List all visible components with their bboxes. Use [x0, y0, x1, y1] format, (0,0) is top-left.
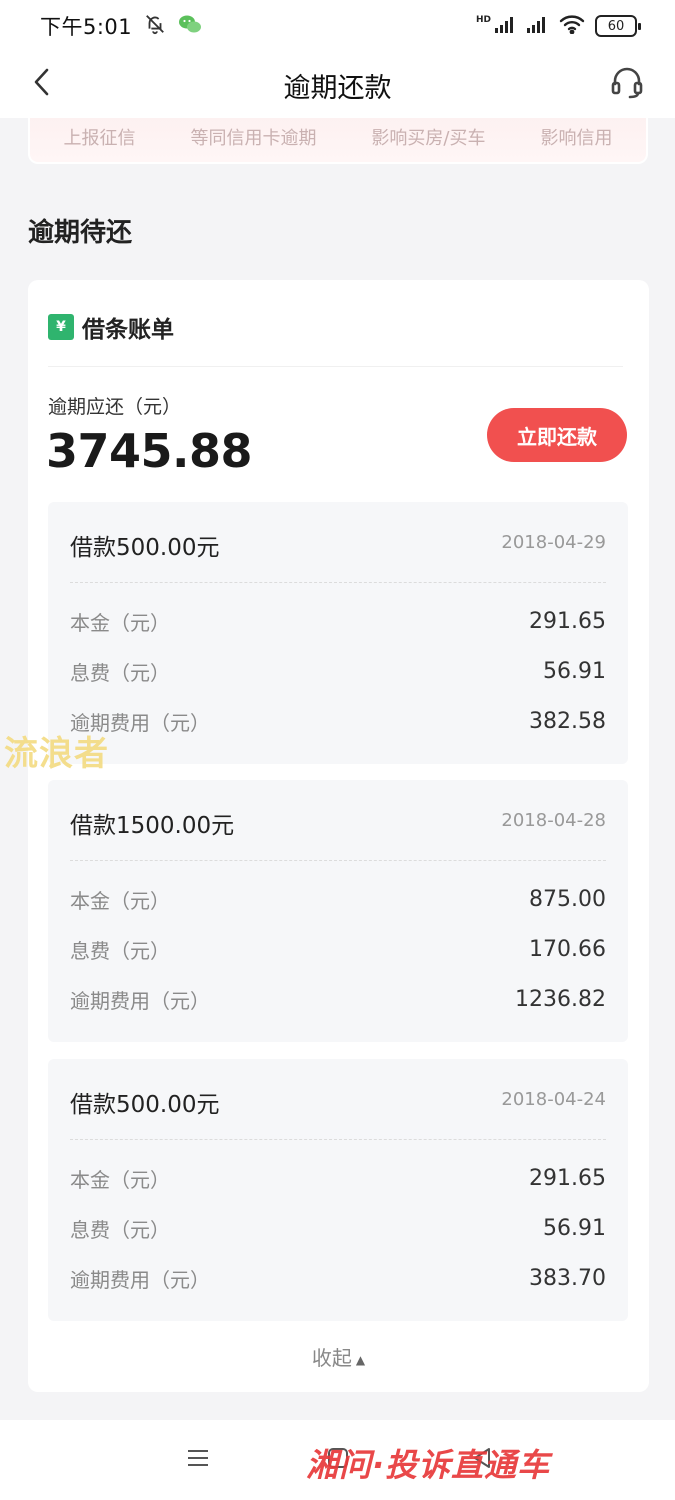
interest-value: 56.91 [543, 1215, 606, 1241]
dashed-divider [70, 582, 606, 583]
warning-item: 等同信用卡逾期 [190, 128, 317, 149]
due-amount: 3745.88 [46, 424, 253, 478]
bill-header-label: 借条账单 [82, 317, 174, 343]
warning-item: 影响信用 [540, 128, 613, 149]
loan-title: 借款500.00元 [70, 535, 220, 561]
interest-row: 息费（元） 56.91 [70, 1213, 606, 1243]
menu-button[interactable] [178, 1440, 218, 1480]
status-bar: 下午5:01 HD 60 [0, 0, 675, 52]
loan-item: 借款1500.00元 2018-04-28 本金（元） 875.00 息费（元）… [48, 780, 628, 1042]
interest-value: 170.66 [529, 936, 606, 962]
hd-label: HD [475, 15, 491, 25]
overdue-fee-value: 382.58 [529, 708, 606, 734]
back-button[interactable] [22, 64, 62, 104]
loan-item: 借款500.00元 2018-04-29 本金（元） 291.65 息费（元） … [48, 502, 628, 764]
risk-warning-card: 上报征信 等同信用卡逾期 影响买房/买车 影响信用 [28, 118, 648, 164]
principal-value: 875.00 [529, 886, 606, 912]
bill-card: ¥ 借条账单 逾期应还（元） 3745.88 立即还款 借款500.00元 20… [28, 280, 649, 1392]
signal-icon [527, 15, 549, 37]
principal-label: 本金（元） [70, 610, 170, 635]
bell-off-icon [144, 13, 166, 39]
customer-service-button[interactable] [605, 62, 649, 106]
yen-icon: ¥ [48, 314, 74, 340]
principal-label: 本金（元） [70, 1167, 170, 1192]
overdue-fee-label: 逾期费用（元） [70, 1267, 210, 1292]
status-time: 下午5:01 [40, 15, 133, 39]
wifi-icon [559, 14, 585, 38]
status-left: 下午5:01 [40, 11, 202, 41]
principal-value: 291.65 [529, 608, 606, 634]
signal-icon [495, 15, 517, 37]
loan-title: 借款500.00元 [70, 1092, 220, 1118]
loan-date: 2018-04-29 [501, 532, 606, 553]
menu-icon [187, 1448, 209, 1472]
headset-icon [609, 64, 645, 104]
principal-row: 本金（元） 291.65 [70, 606, 606, 636]
divider [48, 366, 623, 367]
due-amount-label: 逾期应还（元） [48, 396, 182, 418]
interest-value: 56.91 [543, 658, 606, 684]
collapse-label: 收起 [311, 1346, 352, 1370]
principal-row: 本金（元） 291.65 [70, 1163, 606, 1193]
dashed-divider [70, 1139, 606, 1140]
pay-now-button[interactable]: 立即还款 [487, 408, 627, 462]
nav-bar: 逾期还款 [0, 52, 675, 118]
warning-item: 上报征信 [63, 128, 136, 149]
overdue-fee-row: 逾期费用（元） 383.70 [70, 1263, 606, 1293]
overdue-fee-row: 逾期费用（元） 382.58 [70, 706, 606, 736]
overdue-fee-value: 383.70 [529, 1265, 606, 1291]
interest-label: 息费（元） [70, 660, 170, 685]
wechat-icon [178, 13, 202, 39]
principal-row: 本金（元） 875.00 [70, 884, 606, 914]
dashed-divider [70, 860, 606, 861]
loan-title: 借款1500.00元 [70, 813, 235, 839]
watermark: 流浪者 [4, 734, 109, 774]
loan-date: 2018-04-24 [501, 1089, 606, 1110]
interest-label: 息费（元） [70, 1217, 170, 1242]
loan-date: 2018-04-28 [501, 810, 606, 831]
battery-icon: 60 [595, 15, 641, 37]
interest-row: 息费（元） 56.91 [70, 656, 606, 686]
chevron-left-icon [32, 67, 52, 101]
warning-item: 影响买房/买车 [371, 128, 486, 149]
section-title: 逾期待还 [28, 218, 133, 248]
bill-header: ¥ 借条账单 [48, 310, 174, 344]
page-title: 逾期还款 [283, 72, 392, 104]
loan-item: 借款500.00元 2018-04-24 本金（元） 291.65 息费（元） … [48, 1059, 628, 1321]
interest-row: 息费（元） 170.66 [70, 934, 606, 964]
interest-label: 息费（元） [70, 938, 170, 963]
caret-up-icon: ▲ [355, 1352, 366, 1367]
overdue-fee-value: 1236.82 [515, 986, 606, 1012]
overdue-fee-row: 逾期费用（元） 1236.82 [70, 984, 606, 1014]
status-right: HD 60 [475, 14, 641, 38]
collapse-button[interactable]: 收起 ▲ [28, 1342, 649, 1371]
overdue-fee-label: 逾期费用（元） [70, 988, 210, 1013]
principal-label: 本金（元） [70, 888, 170, 913]
watermark: 湘问·投诉直通车 [306, 1446, 551, 1484]
principal-value: 291.65 [529, 1165, 606, 1191]
